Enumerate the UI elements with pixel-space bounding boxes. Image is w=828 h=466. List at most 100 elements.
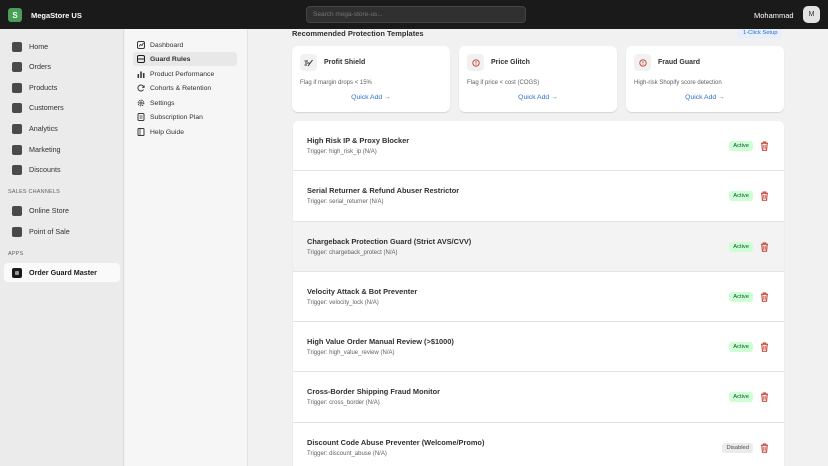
status-badge: Active [729, 392, 753, 403]
quick-add-button[interactable]: Quick Add → [626, 94, 784, 101]
user-name[interactable]: Mohammad [754, 11, 794, 20]
alert-circle-icon [467, 54, 484, 71]
sidebar-item-label: Orders [29, 62, 51, 71]
refresh-icon [136, 84, 145, 93]
rules-list: High Risk IP & Proxy Blocker Trigger: hi… [293, 121, 784, 466]
subnav-item-label: Cohorts & Retention [150, 84, 212, 92]
gear-icon [136, 99, 145, 108]
sidebar-item-label: Discounts [29, 165, 61, 174]
rule-trigger: Trigger: chargeback_protect (N/A) [307, 249, 398, 256]
status-badge: Active [729, 241, 753, 252]
guard-rules-icon [136, 55, 145, 64]
rule-row[interactable]: Serial Returner & Refund Abuser Restrict… [293, 171, 784, 222]
store-name[interactable]: MegaStore US [31, 11, 82, 20]
template-card-title: Profit Shield [324, 59, 366, 66]
store-logo[interactable]: S [8, 8, 22, 22]
analytics-icon [12, 123, 22, 134]
top-bar: S MegaStore US Mohammad M [0, 0, 828, 29]
sidebar-item-analytics[interactable]: Analytics [4, 119, 120, 138]
sidebar-item-products[interactable]: Products [4, 78, 120, 97]
sidebar-item-customers[interactable]: Customers [4, 98, 120, 117]
sidebar-item-label: Customers [29, 103, 64, 112]
trash-icon[interactable] [760, 242, 769, 252]
sidebar-item-home[interactable]: Home [4, 37, 120, 56]
subnav-item-guard-rules[interactable]: Guard Rules [133, 52, 237, 66]
rule-trigger: Trigger: velocity_lock (N/A) [307, 299, 379, 306]
app-subnav: Dashboard Guard Rules Product Performanc… [125, 29, 248, 466]
book-icon [136, 128, 145, 137]
template-card-desc: High-risk Shopify score detection [634, 80, 722, 86]
template-card-title: Fraud Guard [658, 59, 701, 66]
bar-chart-icon [136, 70, 145, 79]
point-of-sale-icon [12, 226, 22, 237]
template-card-fraud-guard: Fraud Guard High-risk Shopify score dete… [626, 46, 784, 112]
sidebar: Home Orders Products Customers Analytics… [0, 29, 124, 466]
subnav-item-label: Help Guide [150, 128, 185, 136]
rule-title: Discount Code Abuse Preventer (Welcome/P… [307, 437, 485, 447]
marketing-icon [12, 144, 22, 155]
customers-icon [12, 102, 22, 113]
home-icon [12, 41, 22, 52]
rule-title: High Value Order Manual Review (>$1000) [307, 337, 454, 347]
orders-icon [12, 61, 22, 72]
rule-title: Chargeback Protection Guard (Strict AVS/… [307, 236, 472, 246]
sidebar-item-label: Home [29, 42, 49, 51]
rule-trigger: Trigger: cross_border (N/A) [307, 400, 380, 407]
status-badge: Disabled [722, 442, 753, 453]
sidebar-item-order-guard-master[interactable]: Order Guard Master [4, 263, 120, 282]
sidebar-item-discounts[interactable]: Discounts [4, 160, 120, 179]
main-content: Recommended Protection Templates 1-Click… [249, 29, 828, 466]
sidebar-item-label: Online Store [29, 206, 69, 215]
rule-row[interactable]: High Value Order Manual Review (>$1000) … [293, 322, 784, 373]
sidebar-item-label: Order Guard Master [29, 268, 97, 277]
rule-row[interactable]: Discount Code Abuse Preventer (Welcome/P… [293, 422, 784, 466]
quick-add-button[interactable]: Quick Add → [292, 94, 450, 101]
template-card-desc: Flag if margin drops < 15% [300, 80, 372, 86]
rule-title: Serial Returner & Refund Abuser Restrict… [307, 186, 460, 196]
sales-channels-heading: SALES CHANNELS [8, 189, 61, 195]
sidebar-item-label: Products [29, 83, 58, 92]
subnav-item-label: Settings [150, 99, 175, 107]
sidebar-item-orders[interactable]: Orders [4, 57, 120, 76]
trash-icon[interactable] [760, 191, 769, 201]
trash-icon[interactable] [760, 443, 769, 453]
status-badge: Active [729, 191, 753, 202]
trash-icon[interactable] [760, 342, 769, 352]
status-badge: Active [729, 342, 753, 353]
trash-icon[interactable] [760, 392, 769, 403]
status-badge: Active [729, 141, 753, 151]
apps-heading: APPS [8, 251, 24, 257]
sidebar-item-label: Analytics [29, 124, 58, 133]
subnav-item-label: Product Performance [150, 70, 215, 78]
shield-graph-icon [300, 54, 317, 71]
rule-row[interactable]: Chargeback Protection Guard (Strict AVS/… [293, 221, 784, 272]
search-input[interactable] [306, 6, 526, 23]
sidebar-item-online-store[interactable]: Online Store [4, 201, 120, 220]
rule-row[interactable]: Cross-Border Shipping Fraud Monitor Trig… [293, 372, 784, 423]
products-icon [12, 82, 22, 93]
dashboard-icon [136, 41, 145, 50]
rule-title: High Risk IP & Proxy Blocker [307, 136, 410, 145]
rule-row[interactable]: Velocity Attack & Bot Preventer Trigger:… [293, 271, 784, 323]
sidebar-item-point-of-sale[interactable]: Point of Sale [4, 222, 120, 241]
sidebar-item-label: Point of Sale [29, 227, 70, 236]
status-badge: Active [729, 291, 753, 302]
discounts-icon [12, 164, 22, 175]
subnav-item-label: Subscription Plan [150, 113, 203, 121]
plan-icon [136, 113, 145, 122]
sidebar-item-marketing[interactable]: Marketing [4, 140, 120, 159]
quick-add-button[interactable]: Quick Add → [459, 94, 617, 101]
trash-icon[interactable] [760, 141, 769, 151]
rule-trigger: Trigger: discount_abuse (N/A) [307, 450, 387, 457]
rule-title: Velocity Attack & Bot Preventer [307, 286, 418, 296]
template-card-profit-shield: Profit Shield Flag if margin drops < 15%… [292, 46, 450, 112]
trash-icon[interactable] [760, 292, 769, 302]
template-card-title: Price Glitch [491, 59, 530, 66]
template-card-price-glitch: Price Glitch Flag if price < cost (COGS)… [459, 46, 617, 112]
online-store-icon [12, 205, 22, 216]
rule-row[interactable]: High Risk IP & Proxy Blocker Trigger: hi… [293, 121, 784, 172]
rule-trigger: Trigger: high_value_review (N/A) [307, 350, 395, 357]
avatar[interactable]: M [803, 6, 820, 23]
subnav-item-label: Dashboard [150, 41, 184, 49]
order-guard-app-icon [12, 267, 22, 278]
